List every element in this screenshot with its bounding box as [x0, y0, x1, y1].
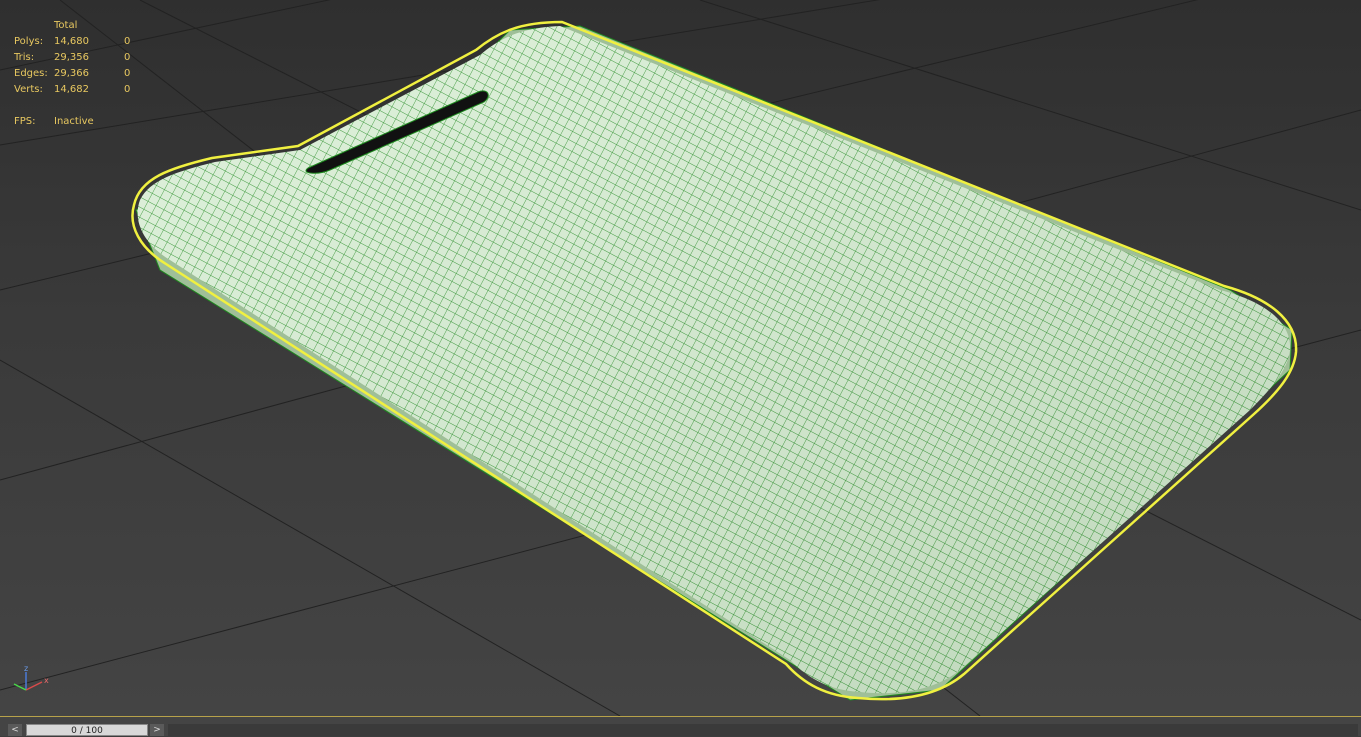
stats-label: Edges: — [14, 68, 48, 79]
stats-selected: 0 — [124, 52, 131, 63]
stats-selected: 0 — [124, 36, 131, 47]
axis-gizmo-icon: z x — [13, 664, 49, 691]
fps-label: FPS: — [14, 116, 36, 127]
gizmo-x-label: x — [44, 676, 49, 685]
stats-label: Polys: — [14, 36, 44, 47]
stats-total: 14,680 — [54, 36, 89, 47]
stats-total: 29,366 — [54, 68, 89, 79]
scene-canvas — [0, 0, 1361, 716]
prev-frame-button[interactable]: < — [8, 724, 22, 736]
stats-selected: 0 — [124, 68, 131, 79]
stats-label: Tris: — [14, 52, 35, 63]
timeline-track[interactable] — [168, 724, 1358, 736]
gizmo-z-label: z — [24, 664, 28, 673]
time-slider-bar: < 0 / 100 > — [0, 716, 1361, 736]
fps-value: Inactive — [54, 116, 94, 127]
next-frame-button[interactable]: > — [150, 724, 164, 736]
stats-header: Total — [54, 20, 78, 31]
cutting-board-mesh[interactable] — [131, 20, 1298, 701]
stats-selected: 0 — [124, 84, 131, 95]
stats-total: 29,356 — [54, 52, 89, 63]
perspective-viewport[interactable]: Total Polys: 14,680 0 Tris: 29,356 0 Edg… — [0, 0, 1361, 716]
stats-label: Verts: — [14, 84, 43, 95]
stats-total: 14,682 — [54, 84, 89, 95]
frame-slider[interactable]: 0 / 100 — [26, 724, 148, 736]
